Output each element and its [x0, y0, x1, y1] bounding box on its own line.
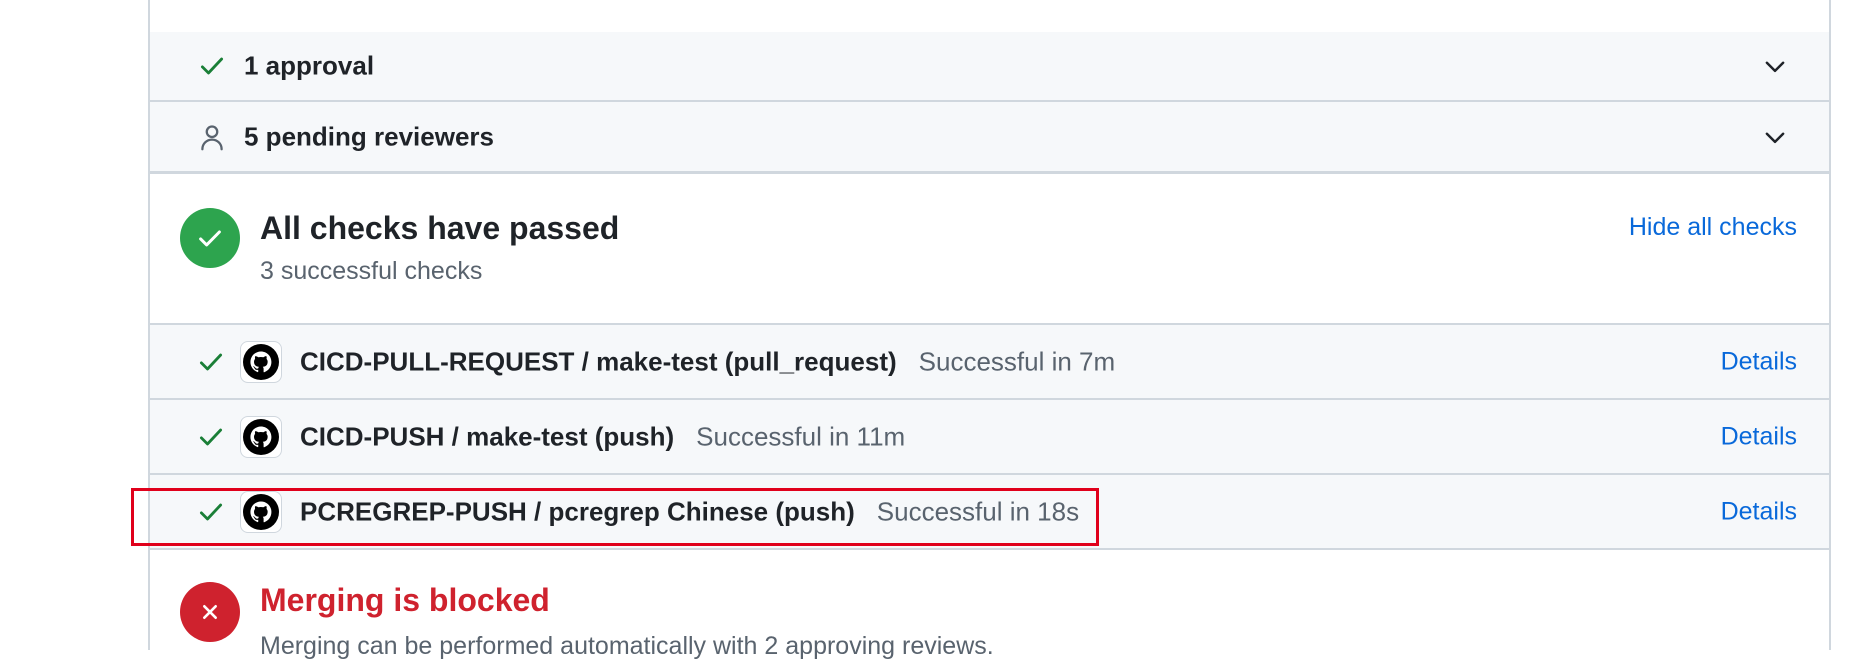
check-icon	[196, 50, 228, 82]
merge-title: Merging is blocked	[260, 582, 550, 618]
check-row: CICD-PULL-REQUEST / make-test (pull_requ…	[150, 325, 1829, 400]
check-icon	[196, 497, 226, 527]
merge-subtitle: Merging can be performed automatically w…	[260, 632, 994, 660]
chevron-down-icon[interactable]	[1761, 123, 1789, 151]
pending-reviewers-label: 5 pending reviewers	[244, 121, 494, 151]
check-circle-icon	[180, 208, 240, 268]
check-name: PCREGREP-PUSH / pcregrep Chinese (push)	[300, 496, 855, 526]
details-link[interactable]: Details	[1721, 422, 1797, 451]
merge-status: Merging is blocked Merging can be perfor…	[150, 550, 1829, 660]
chevron-down-icon[interactable]	[1761, 52, 1789, 80]
checks-title: All checks have passed	[260, 210, 620, 246]
checks-subtitle: 3 successful checks	[260, 257, 483, 285]
github-icon	[240, 490, 282, 533]
check-name: CICD-PULL-REQUEST / make-test (pull_requ…	[300, 346, 897, 376]
checks-summary: All checks have passed 3 successful chec…	[150, 175, 1829, 325]
check-text: CICD-PULL-REQUEST / make-test (pull_requ…	[300, 346, 1115, 377]
check-status: Successful in 11m	[696, 421, 906, 451]
check-text: PCREGREP-PUSH / pcregrep Chinese (push) S…	[300, 496, 1079, 527]
check-icon	[196, 347, 226, 377]
details-link[interactable]: Details	[1721, 347, 1797, 376]
check-name: CICD-PUSH / make-test (push)	[300, 421, 675, 451]
check-row: CICD-PUSH / make-test (push) Successful i…	[150, 400, 1829, 475]
hide-all-checks-link[interactable]: Hide all checks	[1629, 213, 1797, 242]
approval-label: 1 approval	[244, 50, 375, 81]
github-icon	[240, 340, 282, 383]
details-link[interactable]: Details	[1721, 497, 1797, 526]
pending-reviewers-row[interactable]: 5 pending reviewers	[150, 102, 1829, 174]
check-icon	[196, 422, 226, 452]
person-icon	[196, 121, 228, 153]
merge-box: 1 approval 5 pending reviewers All check…	[148, 0, 1831, 660]
check-status: Successful in 18s	[876, 496, 1080, 526]
x-circle-icon	[180, 582, 240, 642]
github-icon	[240, 415, 282, 458]
check-row: PCREGREP-PUSH / pcregrep Chinese (push) S…	[150, 475, 1829, 550]
approval-row[interactable]: 1 approval	[150, 32, 1829, 102]
check-status: Successful in 7m	[918, 346, 1116, 376]
check-text: CICD-PUSH / make-test (push) Successful i…	[300, 421, 905, 452]
